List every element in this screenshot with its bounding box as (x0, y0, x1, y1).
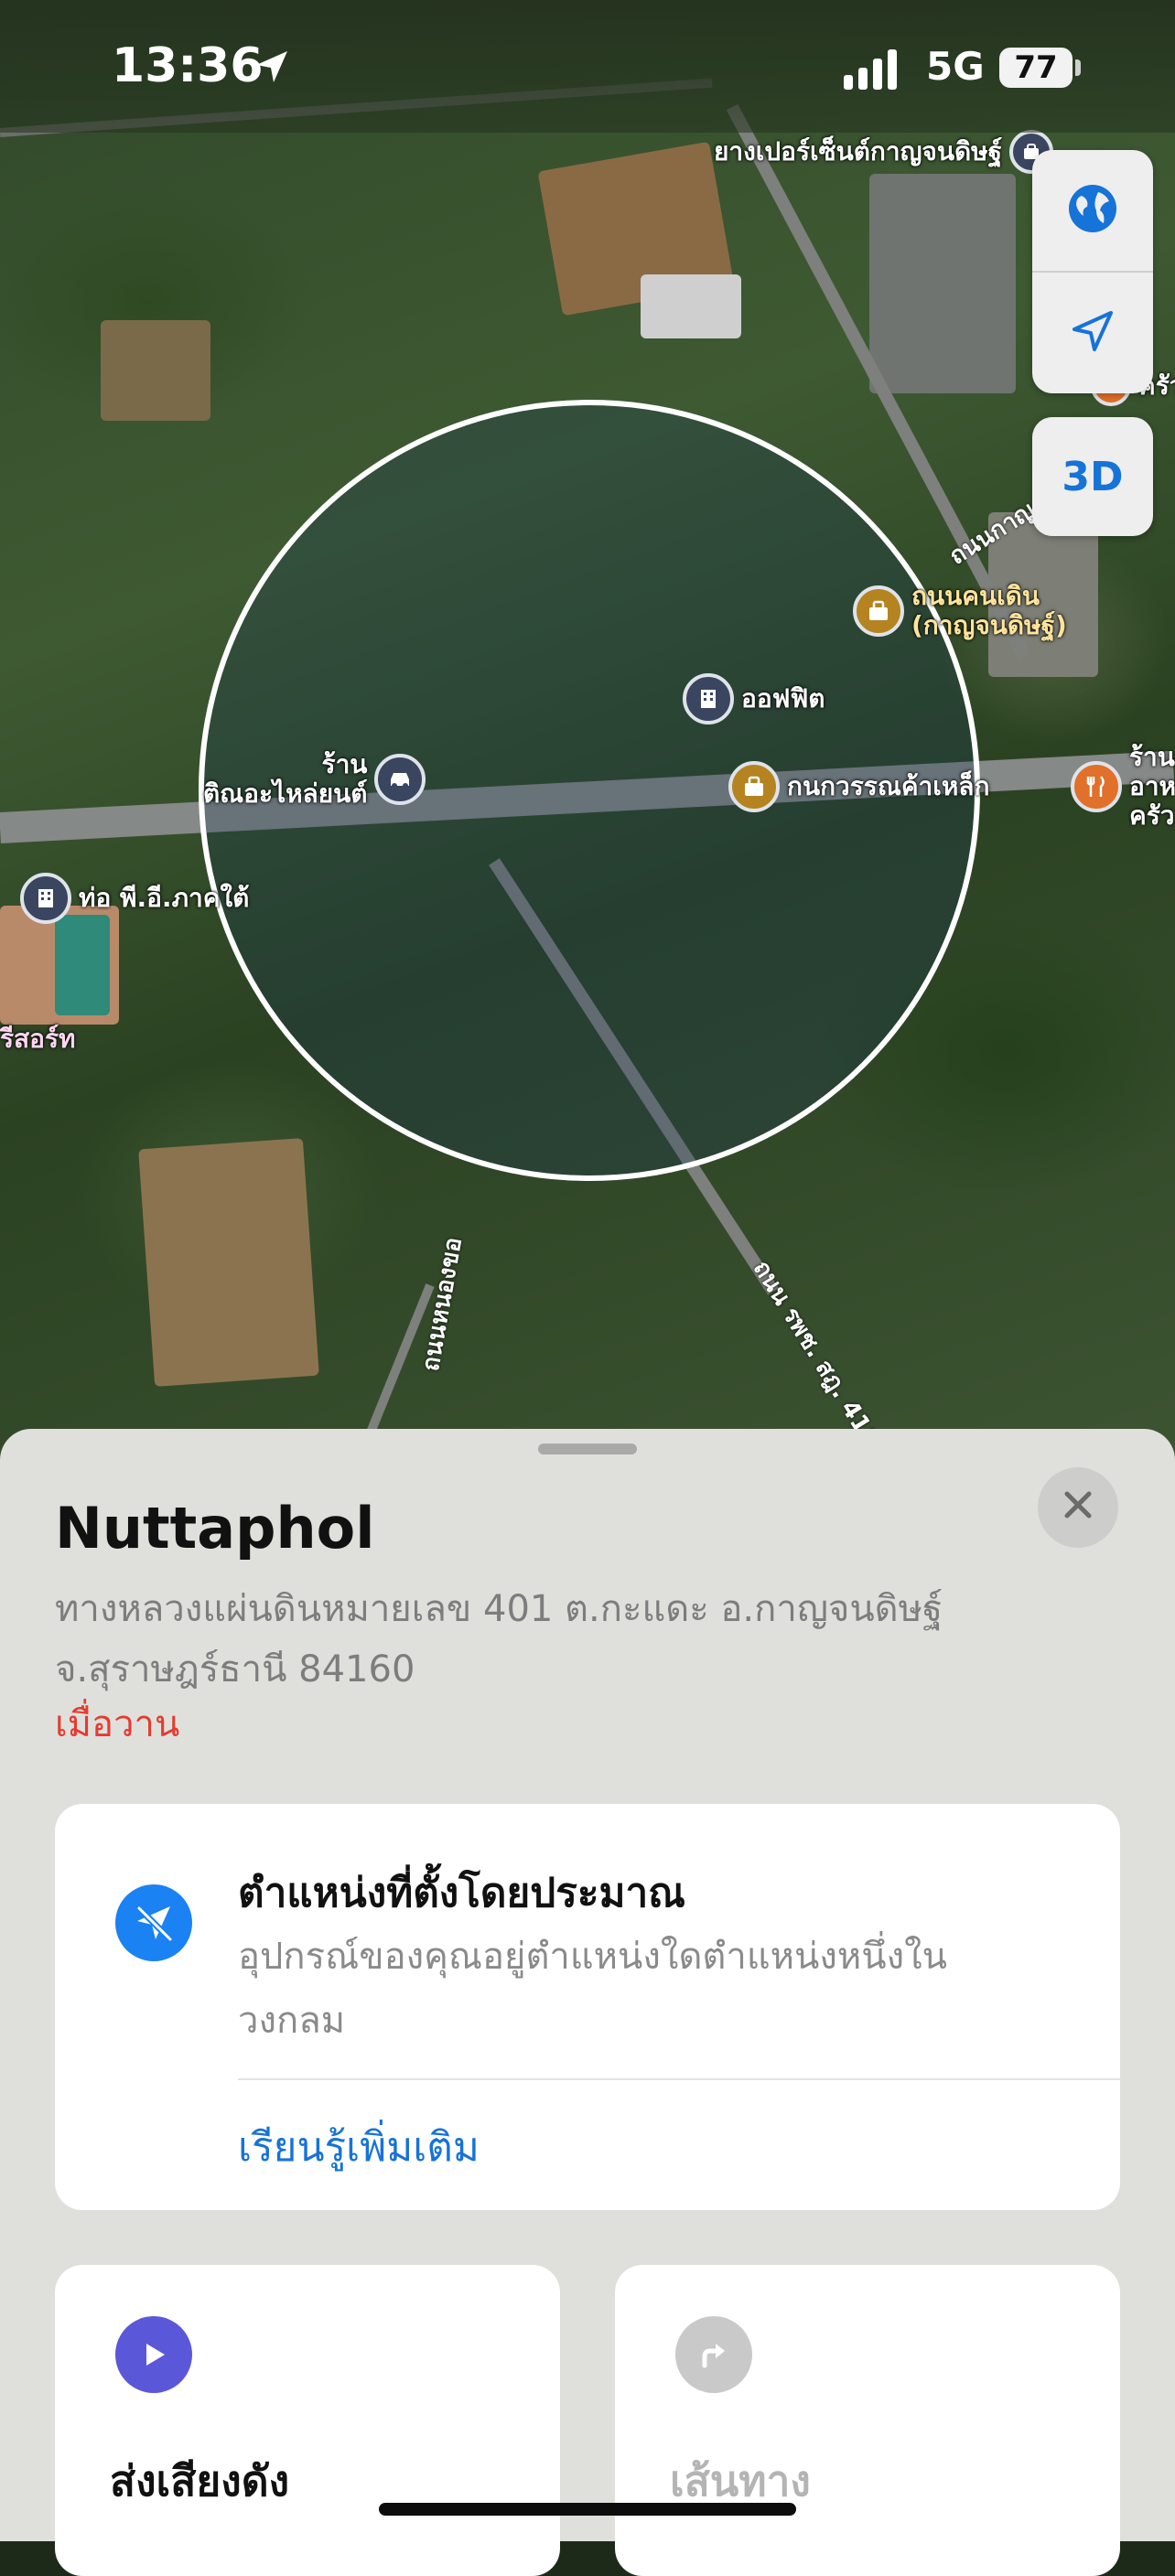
poi-resort[interactable]: รีสอร์ท (0, 1025, 75, 1054)
approximate-location-card: ตำแหน่งที่ตั้งโดยประมาณ อุปกรณ์ของคุณอยู… (55, 1804, 1120, 2210)
poi-office-label: ออฟฟิต (741, 683, 825, 714)
learn-more-link[interactable]: เรียนรู้เพิ่มเติม (238, 2115, 480, 2179)
status-bar: 13:36 5G 77 (0, 0, 1175, 133)
status-time: 13:36 (112, 38, 264, 93)
last-seen-time: เมื่อวาน (55, 1703, 180, 1745)
poi-restaurant-label: ร้าน อาห ครัว (1129, 742, 1175, 831)
location-arrow-icon (253, 48, 291, 90)
play-sound-button[interactable]: ส่งเสียงดัง (55, 2265, 560, 2576)
map-view[interactable]: ยางเปอร์เซ็นต์กาญจนดิษฐ์ ถนนคนเดิน (กาญจ… (0, 0, 1175, 1464)
car-icon (374, 754, 426, 805)
building-icon (20, 873, 71, 924)
device-detail-sheet: Nuttaphol ทางหลวงแผ่นดินหมายเลข 401 ต.กะ… (0, 1429, 1175, 2576)
poi-pea[interactable]: ท่อ พี.อี.ภาคใต้ (20, 873, 249, 924)
close-button[interactable] (1038, 1467, 1118, 1548)
device-address: ทางหลวงแผ่นดินหมายเลข 401 ต.กะแดะ อ.กาญจ… (55, 1588, 943, 1690)
shopping-bag-icon (853, 585, 904, 637)
cellular-signal-icon (844, 48, 897, 90)
map-controls (1032, 150, 1153, 393)
directions-icon (675, 2316, 752, 2393)
network-type: 5G (926, 44, 985, 89)
sheet-grabber[interactable] (538, 1444, 637, 1454)
poi-office[interactable]: ออฟฟิต (683, 673, 825, 724)
poi-auto-parts[interactable]: ร้าน ติณอะไหล่ยนต์ (203, 750, 426, 809)
map-field (55, 915, 110, 1015)
map-field (869, 174, 1016, 393)
poi-restaurant[interactable]: ร้าน อาห ครัว (1071, 743, 1175, 831)
battery-tip (1075, 59, 1081, 76)
home-indicator[interactable] (379, 2503, 796, 2516)
poi-steel[interactable]: กนกวรรณค้าเหล็ก (728, 761, 989, 812)
map-mode-button[interactable] (1032, 150, 1153, 271)
poi-hyper[interactable]: ยางเปอร์เซ็นต์กาญจนดิษฐ์ (714, 130, 1054, 174)
battery-icon: 77 (999, 48, 1073, 88)
directions-button[interactable]: เส้นทาง (615, 2265, 1120, 2576)
poi-hyper-label: ยางเปอร์เซ็นต์กาญจนดิษฐ์ (714, 136, 1003, 166)
play-icon (115, 2316, 192, 2393)
road-label-bottom: ถนน รพช. สฎ. 418 (747, 1255, 885, 1453)
fork-knife-icon (1071, 761, 1122, 812)
poi-walking-street-label: ถนนคนเดิน (กาญจนดิษฐ์) (911, 581, 1067, 640)
poi-steel-label: กนกวรรณค้าเหล็ก (787, 771, 990, 801)
track-location-button[interactable] (1032, 273, 1153, 393)
3d-button[interactable]: 3D (1032, 417, 1153, 536)
location-slash-icon (115, 1884, 192, 1961)
approximate-location-title: ตำแหน่งที่ตั้งโดยประมาณ (238, 1870, 685, 1916)
shopping-bag-icon (728, 761, 780, 812)
close-icon (1060, 1484, 1096, 1531)
approximate-location-description: อุปกรณ์ของคุณอยู่ตำแหน่งใดตำแหน่งหนึ่งใน… (238, 1936, 947, 2042)
map-field (641, 274, 741, 338)
play-sound-label: ส่งเสียงดัง (110, 2456, 290, 2506)
poi-walking-street[interactable]: ถนนคนเดิน (กาญจนดิษฐ์) (853, 582, 1067, 640)
map-field (138, 1138, 319, 1387)
globe-icon (1065, 181, 1120, 240)
map-field (101, 320, 210, 421)
poi-auto-parts-label: ร้าน ติณอะไหล่ยนต์ (203, 749, 368, 809)
poi-resort-label: รีสอร์ท (0, 1024, 76, 1054)
poi-pea-label: ท่อ พี.อี.ภาคใต้ (79, 883, 250, 913)
card-divider (238, 2078, 1120, 2080)
device-name: Nuttaphol (55, 1495, 375, 1562)
building-icon (683, 673, 734, 724)
location-arrow-outline-icon (1067, 306, 1118, 360)
